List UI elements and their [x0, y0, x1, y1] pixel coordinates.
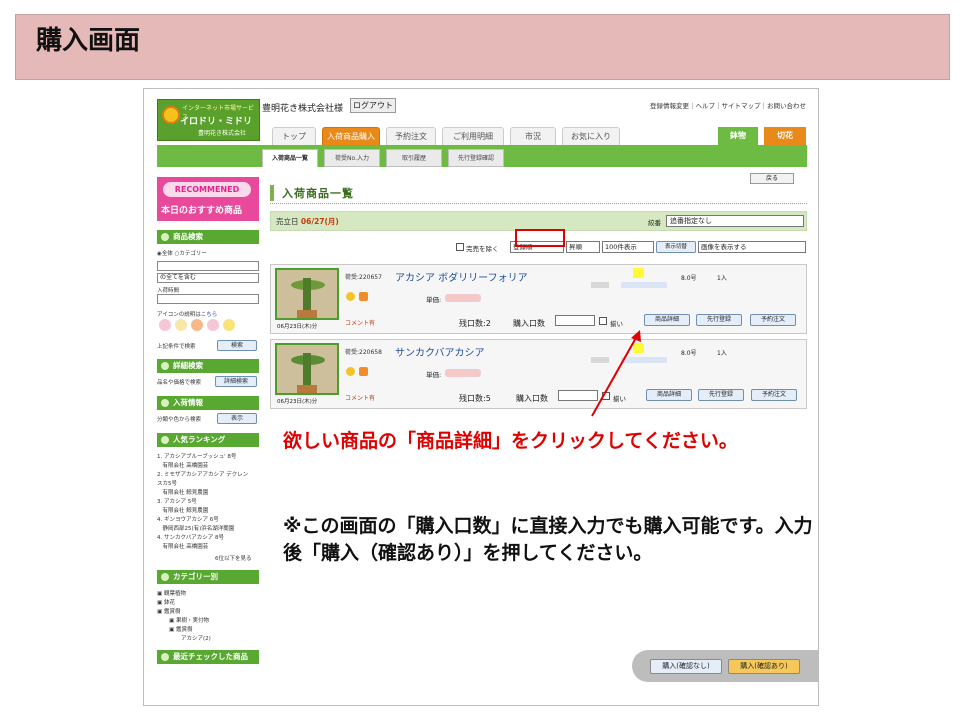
arrow-shaft — [591, 335, 638, 417]
purchase-note: ※この画面の「購入口数」に直接入力でも購入可能です。入力後「購入（確認あり）」を… — [283, 515, 813, 564]
arrow-head — [631, 330, 641, 342]
pointer-arrow — [591, 330, 641, 417]
click-instruction: 欲しい商品の「商品詳細」をクリックしてください。 — [283, 430, 738, 452]
